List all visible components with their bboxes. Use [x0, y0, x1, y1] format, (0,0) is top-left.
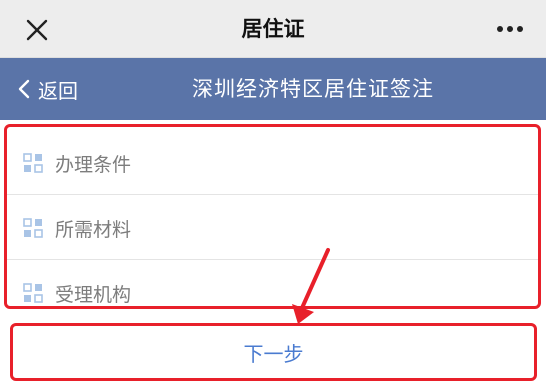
highlight-box-next: 下一步	[10, 323, 537, 381]
back-label: 返回	[38, 78, 78, 103]
menu-item-agency[interactable]: 受理机构	[7, 261, 538, 325]
grid-icon	[23, 218, 43, 238]
menu-item-label: 所需材料	[55, 218, 132, 241]
menu-item-label: 受理机构	[55, 283, 132, 306]
grid-icon	[23, 153, 43, 173]
divider	[7, 259, 538, 260]
grid-icon	[23, 283, 43, 303]
menu-item-label: 办理条件	[55, 153, 132, 176]
more-dots-icon[interactable]	[496, 22, 524, 36]
divider	[7, 194, 538, 195]
menu-item-materials[interactable]: 所需材料	[7, 196, 538, 260]
app-top-bar: 居住证	[0, 0, 546, 58]
pointer-arrow-icon	[292, 248, 330, 324]
menu-item-conditions[interactable]: 办理条件	[7, 131, 538, 195]
page-title: 深圳经济特区居住证签注	[192, 77, 434, 101]
window-title: 居住证	[241, 17, 305, 41]
back-button[interactable]: 返回	[18, 58, 78, 120]
highlight-box-menu: 办理条件 所需材料 受理机构	[4, 124, 541, 309]
next-step-button[interactable]: 下一步	[13, 326, 534, 378]
chevron-left-icon	[18, 79, 30, 99]
nav-bar: 返回 深圳经济特区居住证签注	[0, 58, 546, 120]
